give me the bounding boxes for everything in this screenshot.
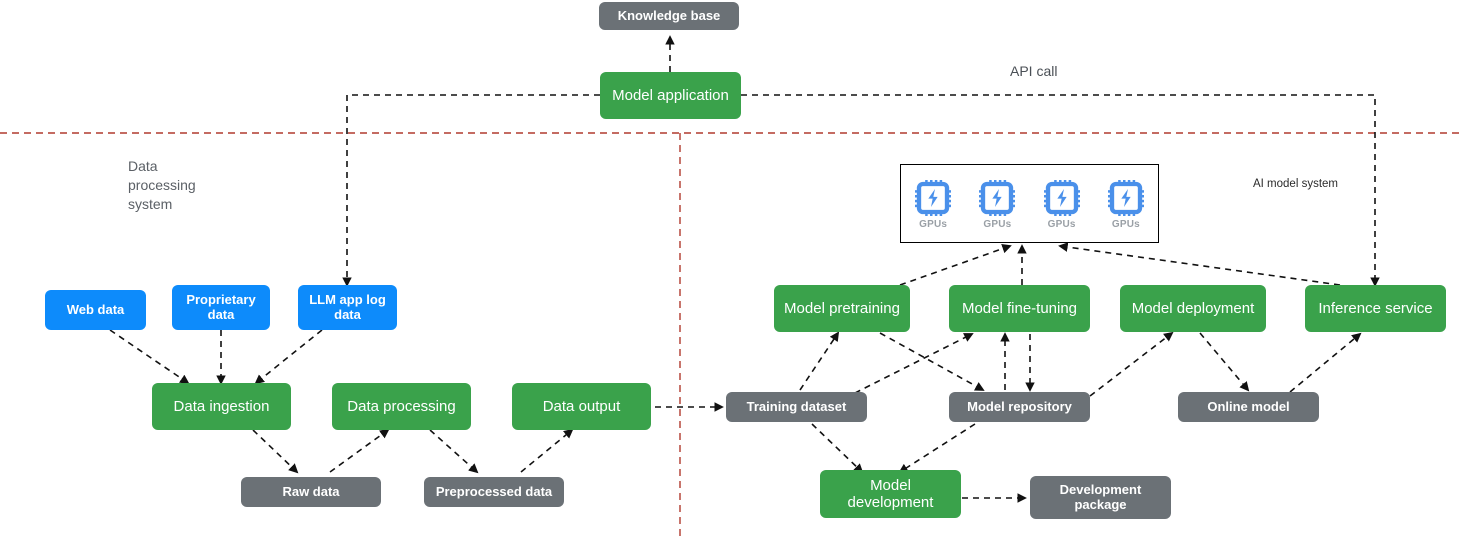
node-model-deployment[interactable]: Model deployment [1120, 285, 1266, 332]
edge-model-application-to-llm-log [342, 94, 600, 287]
gpu-chip-icon [1106, 178, 1146, 218]
gpu-item: GPUs [971, 178, 1023, 230]
gpu-label: GPUs [919, 218, 948, 230]
node-development-package[interactable]: Development package [1030, 476, 1171, 519]
diagram-canvas: Data processing system AI model system A… [0, 0, 1461, 540]
edge-processing-to-preprocessed [429, 429, 479, 474]
node-training-dataset[interactable]: Training dataset [726, 392, 867, 422]
node-web-data[interactable]: Web data [45, 290, 146, 330]
gpu-label: GPUs [1111, 218, 1140, 230]
gpu-chip-icon [913, 178, 953, 218]
edge-ingestion-to-raw-data [252, 429, 299, 474]
edge-preprocessed-to-data-output [520, 428, 574, 473]
edge-training-dataset-to-model-development [811, 423, 864, 474]
node-online-model[interactable]: Online model [1178, 392, 1319, 422]
edge-pretraining-to-gpus [899, 244, 1012, 286]
gpu-panel: GPUs GPUs GPUs GPUs [900, 164, 1159, 243]
edge-training-dataset-to-fine-tuning [844, 333, 974, 399]
node-proprietary-data[interactable]: Proprietary data [172, 285, 270, 330]
node-data-ingestion[interactable]: Data ingestion [152, 383, 291, 430]
edge-web-data-to-ingestion [109, 329, 190, 385]
node-model-fine-tuning[interactable]: Model fine-tuning [949, 285, 1090, 332]
node-preprocessed-data[interactable]: Preprocessed data [424, 477, 564, 507]
node-model-pretraining[interactable]: Model pretraining [774, 285, 910, 332]
gpu-label: GPUs [983, 218, 1012, 230]
edge-repository-to-model-development [898, 423, 976, 474]
node-model-repository[interactable]: Model repository [949, 392, 1090, 422]
edge-training-dataset-to-pretraining [799, 331, 840, 391]
node-raw-data[interactable]: Raw data [241, 477, 381, 507]
edge-pretraining-to-repository [879, 332, 985, 391]
gpu-item: GPUs [1036, 178, 1088, 230]
zone-label-data-processing-system: Data processing system [128, 158, 196, 212]
edge-llm-log-to-ingestion [254, 329, 323, 385]
zone-label-api-call: API call [1010, 63, 1058, 79]
gpu-chip-icon [1042, 178, 1082, 218]
node-data-output[interactable]: Data output [512, 383, 651, 430]
node-llm-app-log-data[interactable]: LLM app log data [298, 285, 397, 330]
node-model-development[interactable]: Model development [820, 470, 961, 518]
zone-label-ai-model-system: AI model system [1253, 178, 1338, 190]
edge-repository-to-deployment [1089, 331, 1174, 397]
node-model-application[interactable]: Model application [600, 72, 741, 119]
edges-group [109, 35, 1380, 503]
gpu-item: GPUs [907, 178, 959, 230]
edge-deployment-to-online-model [1199, 332, 1250, 392]
node-inference-service[interactable]: Inference service [1305, 285, 1446, 332]
edge-raw-data-to-processing [329, 428, 390, 473]
node-knowledge-base[interactable]: Knowledge base [599, 2, 739, 30]
edge-online-model-to-inference-service [1289, 332, 1362, 393]
gpu-item: GPUs [1100, 178, 1152, 230]
gpu-label: GPUs [1047, 218, 1076, 230]
node-data-processing[interactable]: Data processing [332, 383, 471, 430]
edge-inference-service-to-gpus [1058, 242, 1341, 286]
gpu-chip-icon [977, 178, 1017, 218]
